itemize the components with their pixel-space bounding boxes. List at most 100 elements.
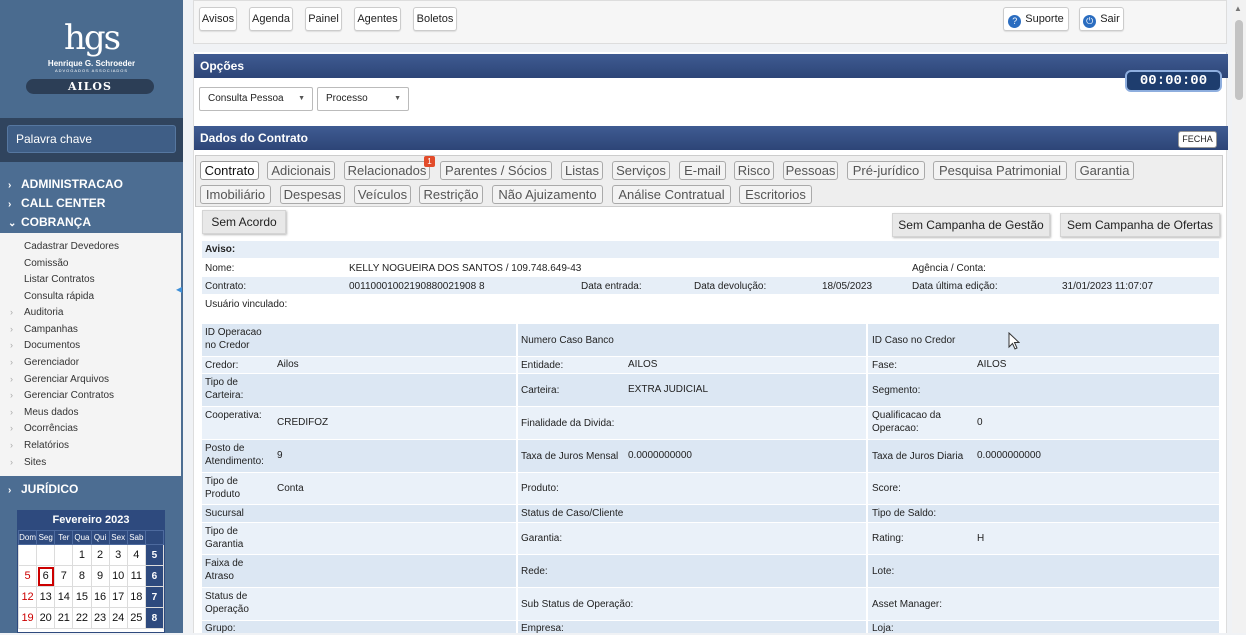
submenu-group-ocorrencias[interactable]: › Ocorrências	[10, 423, 78, 434]
menu-cobranca[interactable]: ⌄ COBRANÇA	[0, 213, 183, 231]
calendar-day[interactable]: 21	[54, 607, 74, 629]
caret-down-icon: ▼	[298, 95, 305, 102]
suporte-button[interactable]: ? Suporte	[1003, 7, 1069, 31]
sidebar: hgs Henrique G. Schroeder ADVOGADOS ASSO…	[0, 0, 183, 633]
calendar-day[interactable]: 5	[17, 565, 38, 587]
menu-administracao[interactable]: › ADMINISTRACAO	[0, 175, 183, 193]
tab-veiculos[interactable]: Veículos	[354, 185, 411, 204]
agenda-button[interactable]: Agenda	[249, 7, 293, 31]
keyword-search-input[interactable]: Palavra chave	[7, 125, 176, 153]
boletos-button[interactable]: Boletos	[413, 7, 457, 31]
calendar-day[interactable]: 4	[126, 544, 146, 566]
calendar-day[interactable]: 9	[90, 565, 110, 587]
sem-campanha-gestao-button[interactable]: Sem Campanha de Gestão	[892, 213, 1050, 237]
sair-label: Sair	[1100, 13, 1120, 25]
submenu-item-listar-contratos[interactable]: Listar Contratos	[24, 274, 95, 285]
calendar-day[interactable]: 1	[72, 544, 92, 566]
calendar-day[interactable]: 13	[36, 586, 56, 608]
tab-escritorios[interactable]: Escritorios	[739, 185, 812, 204]
tab-email[interactable]: E-mail	[679, 161, 726, 180]
calendar-day[interactable]: 17	[108, 586, 128, 608]
scroll-up-icon[interactable]: ▲	[1234, 4, 1242, 13]
detail-cell	[518, 473, 866, 504]
detail-label: Entidade:	[521, 359, 564, 371]
sem-campanha-ofertas-button[interactable]: Sem Campanha de Ofertas	[1060, 213, 1220, 237]
tab-pre-juridico[interactable]: Pré-jurídico	[847, 161, 925, 180]
tab-relacionados[interactable]: Relacionados 1	[344, 156, 435, 180]
calendar-day[interactable]: 20	[36, 607, 56, 629]
tab-relacionados-label: Relacionados	[347, 163, 427, 178]
tab-contrato[interactable]: Contrato	[200, 161, 259, 180]
sidebar-collapse-icon[interactable]: ◂	[176, 282, 188, 298]
detail-cell	[868, 621, 1219, 633]
submenu-group-auditoria[interactable]: › Auditoria	[10, 307, 64, 318]
calendar-day[interactable]: 14	[54, 586, 74, 608]
calendar-day[interactable]	[54, 544, 74, 566]
submenu-group-gerenciador[interactable]: › Gerenciador	[10, 357, 79, 368]
fecha-button[interactable]: FECHA	[1178, 131, 1217, 148]
submenu-item-consulta-rapida[interactable]: Consulta rápida	[24, 291, 94, 302]
submenu-group-gerenciar-contratos[interactable]: › Gerenciar Contratos	[10, 390, 114, 401]
painel-button[interactable]: Painel	[305, 7, 342, 31]
calendar-day[interactable]: 18	[126, 586, 146, 608]
tab-restricao[interactable]: Restrição	[419, 185, 483, 204]
tab-nao-ajuizamento[interactable]: Não Ajuizamento	[492, 185, 603, 204]
tab-pesquisa-patrimonial[interactable]: Pesquisa Patrimonial	[933, 161, 1067, 180]
tab-analise-contratual[interactable]: Análise Contratual	[612, 185, 731, 204]
page-scrollbar[interactable]: ▲	[1232, 0, 1246, 633]
scroll-thumb[interactable]	[1235, 20, 1243, 100]
tab-listas[interactable]: Listas	[561, 161, 603, 180]
sair-button[interactable]: ⏻ Sair	[1079, 7, 1124, 31]
calendar-day[interactable]: 12	[17, 586, 38, 608]
calendar-day[interactable]: 16	[90, 586, 110, 608]
calendar-day[interactable]	[36, 544, 56, 566]
detail-label: Sub Status de Operação:	[521, 598, 634, 610]
tab-garantia[interactable]: Garantia	[1075, 161, 1134, 180]
calendar-day[interactable]: 2	[90, 544, 110, 566]
submenu-group-relatorios[interactable]: › Relatórios	[10, 440, 69, 451]
tab-imobiliario[interactable]: Imobiliário	[200, 185, 271, 204]
calendar-day[interactable]: 23	[90, 607, 110, 629]
menu-juridico[interactable]: › JURÍDICO	[0, 480, 183, 494]
tab-adicionais[interactable]: Adicionais	[267, 161, 335, 180]
detail-cell	[518, 555, 866, 587]
tab-pessoas[interactable]: Pessoas	[783, 161, 838, 180]
submenu-item-comissao[interactable]: Comissão	[24, 258, 68, 269]
calendar-day[interactable]: 3	[108, 544, 128, 566]
weekday: Sab	[126, 530, 146, 545]
calendar-day[interactable]: 15	[72, 586, 92, 608]
consulta-pessoa-select[interactable]: Consulta Pessoa ▼	[199, 87, 313, 111]
submenu-group-label: Auditoria	[24, 307, 64, 318]
processo-select[interactable]: Processo ▼	[317, 87, 409, 111]
detail-value: H	[977, 532, 985, 544]
calendar-day[interactable]: 8	[72, 565, 92, 587]
calendar-day[interactable]: 22	[72, 607, 92, 629]
tab-despesas[interactable]: Despesas	[280, 185, 345, 204]
calendar-day[interactable]: 11	[126, 565, 146, 587]
calendar-day[interactable]	[17, 544, 38, 566]
calendar-day[interactable]: 24	[108, 607, 128, 629]
chevron-right-icon: ›	[10, 357, 13, 367]
calendar-day[interactable]: 7	[54, 565, 74, 587]
tab-parentes-socios[interactable]: Parentes / Sócios	[440, 161, 552, 180]
submenu-item-cadastrar-devedores[interactable]: Cadastrar Devedores	[24, 241, 119, 252]
logo-subtitle: ADVOGADOS ASSOCIADOS	[54, 68, 129, 73]
submenu-group-documentos[interactable]: › Documentos	[10, 340, 80, 351]
submenu-group-meus-dados[interactable]: › Meus dados	[10, 407, 78, 418]
detail-value: Ailos	[277, 359, 299, 370]
menu-call-center[interactable]: › CALL CENTER	[0, 194, 183, 212]
agentes-button[interactable]: Agentes	[354, 7, 401, 31]
calendar-day-today[interactable]: 6	[36, 565, 56, 587]
submenu-group-sites[interactable]: › Sites	[10, 457, 46, 468]
calendar-day[interactable]: 10	[108, 565, 128, 587]
tab-risco[interactable]: Risco	[734, 161, 774, 180]
tab-servicos[interactable]: Serviços	[612, 161, 670, 180]
mouse-cursor-icon	[1008, 331, 1021, 351]
submenu-group-campanhas[interactable]: › Campanhas	[10, 324, 78, 335]
calendar-day[interactable]: 25	[126, 607, 146, 629]
submenu-group-gerenciar-arquivos[interactable]: › Gerenciar Arquivos	[10, 374, 109, 385]
avisos-button[interactable]: Avisos	[199, 7, 237, 31]
calendar-day[interactable]: 19	[17, 607, 38, 629]
calendar-week-number: 5	[144, 544, 165, 566]
sem-acordo-button[interactable]: Sem Acordo	[202, 210, 286, 234]
